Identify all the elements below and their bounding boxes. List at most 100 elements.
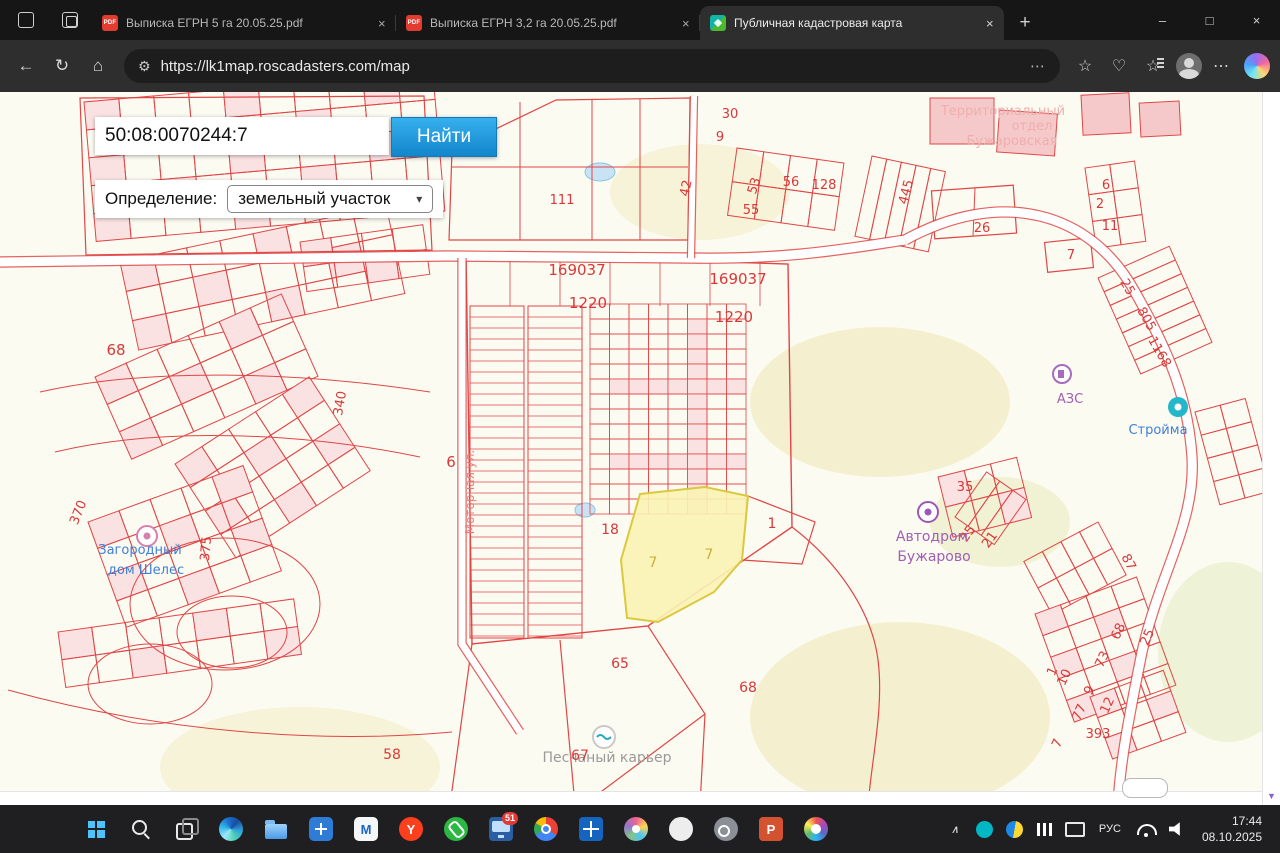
- taskbar-grid-app-icon[interactable]: [571, 809, 611, 849]
- browser-essentials-icon[interactable]: ♡: [1102, 49, 1136, 83]
- minimize-button[interactable]: –: [1139, 0, 1186, 40]
- avatar: [1176, 53, 1202, 79]
- tab-close-icon[interactable]: ×: [676, 14, 694, 32]
- map-label: Стройма: [1128, 423, 1187, 438]
- taskbar-start-icon[interactable]: [76, 809, 116, 849]
- taskbar-screens-icon[interactable]: 51: [481, 809, 521, 849]
- map-label: 111: [550, 193, 575, 208]
- taskbar-explorer-icon[interactable]: [256, 809, 296, 849]
- map-label: 68: [106, 341, 125, 359]
- tab-title: Публичная кадастровая карта: [734, 16, 972, 30]
- clock-date: 08.10.2025: [1202, 829, 1262, 845]
- site-info-icon[interactable]: ⚙: [138, 58, 151, 75]
- map-label: Песчаный карьер: [542, 750, 671, 766]
- tab-pdf-1[interactable]: PDF Выписка ЕГРН 5 га 20.05.25.pdf ×: [92, 6, 396, 40]
- address-bar[interactable]: ⚙ https://lk1map.roscadasters.com/map ⋯: [124, 49, 1060, 83]
- horizontal-scrollbar[interactable]: [0, 791, 1263, 805]
- vertical-scrollbar[interactable]: ▼: [1262, 92, 1280, 805]
- map-label: 55: [743, 203, 760, 218]
- taskbar-store-icon[interactable]: [301, 809, 341, 849]
- tab-cadastral-map[interactable]: Публичная кадастровая карта ×: [700, 6, 1004, 40]
- taskbar-yandex-icon[interactable]: Y: [391, 809, 431, 849]
- map-label: Автодром: [896, 529, 968, 545]
- tray-tray-screen-icon[interactable]: [1060, 809, 1090, 849]
- pdf-icon: PDF: [406, 15, 422, 31]
- maximize-button[interactable]: □: [1186, 0, 1233, 40]
- tab-pdf-2[interactable]: PDF Выписка ЕГРН 3,2 га 20.05.25.pdf ×: [396, 6, 700, 40]
- map-label: АЗС: [1057, 392, 1083, 407]
- pdf-icon: PDF: [102, 15, 118, 31]
- address-more-icon[interactable]: ⋯: [1030, 57, 1046, 75]
- settings-more-icon[interactable]: ⋯: [1204, 49, 1238, 83]
- tab-close-icon[interactable]: ×: [980, 14, 998, 32]
- taskbar-github-icon[interactable]: [661, 809, 701, 849]
- browser-window: PDF Выписка ЕГРН 5 га 20.05.25.pdf × PDF…: [0, 0, 1280, 853]
- tab-title: Выписка ЕГРН 3,2 га 20.05.25.pdf: [430, 16, 668, 30]
- taskbar-paint-icon[interactable]: [796, 809, 836, 849]
- corner-icons: [0, 0, 92, 40]
- search-input[interactable]: [95, 117, 389, 155]
- map-label: 65: [611, 656, 629, 672]
- filter-panel: Определение: земельный участок ▾: [95, 180, 443, 218]
- map-label: дом Шелес: [108, 563, 184, 578]
- taskbar-photos-icon[interactable]: [616, 809, 656, 849]
- tab-strip: PDF Выписка ЕГРН 5 га 20.05.25.pdf × PDF…: [0, 0, 1280, 40]
- taskbar-taskview-icon[interactable]: [166, 809, 206, 849]
- copilot-icon[interactable]: [1238, 49, 1272, 83]
- tray-tray-duo-icon[interactable]: [1000, 809, 1030, 849]
- language-indicator[interactable]: РУС: [1092, 809, 1128, 849]
- taskbar-icons: MY 51 P: [76, 809, 836, 849]
- map-label: 7: [705, 547, 714, 563]
- filter-select[interactable]: земельный участок ▾: [227, 185, 433, 213]
- tab-close-icon[interactable]: ×: [372, 14, 390, 32]
- notification-badge: 51: [502, 812, 518, 825]
- new-tab-button[interactable]: +: [1010, 8, 1040, 38]
- map-label: 56: [783, 175, 800, 190]
- taskbar-clock[interactable]: 17:44 08.10.2025: [1194, 813, 1270, 845]
- clock-time: 17:44: [1202, 813, 1262, 829]
- refresh-icon[interactable]: ↻: [44, 49, 80, 83]
- cadastral-search: Найти: [95, 117, 497, 157]
- home-icon[interactable]: ⌂: [80, 49, 116, 83]
- taskbar-powerpoint-icon[interactable]: P: [751, 809, 791, 849]
- find-button[interactable]: Найти: [391, 117, 497, 157]
- favorite-star-icon[interactable]: ☆: [1068, 49, 1102, 83]
- map-control-button[interactable]: [1122, 778, 1168, 798]
- page-content: ТерриториальныйотделБужаровская309111425…: [0, 92, 1280, 805]
- wifi-icon[interactable]: [1130, 809, 1160, 849]
- tab-actions-icon[interactable]: [56, 7, 82, 33]
- map-label: 68: [739, 680, 757, 696]
- map-label: 169037: [548, 261, 605, 279]
- tab-title: Выписка ЕГРН 5 га 20.05.25.pdf: [126, 16, 364, 30]
- workspaces-icon[interactable]: [12, 7, 38, 33]
- taskbar-mail-icon[interactable]: M: [346, 809, 386, 849]
- back-icon[interactable]: ←: [8, 49, 44, 83]
- volume-icon[interactable]: [1162, 809, 1192, 849]
- tray-tray-bars-icon[interactable]: [1030, 809, 1060, 849]
- taskbar-search-icon[interactable]: [121, 809, 161, 849]
- taskbar-whatsapp-icon[interactable]: [436, 809, 476, 849]
- tray-chevron-icon[interactable]: ∧: [940, 809, 970, 849]
- scroll-down-icon[interactable]: ▼: [1263, 791, 1280, 801]
- map-label: 7: [649, 555, 658, 571]
- map-label: 2: [1096, 197, 1104, 212]
- map-favicon: [710, 15, 726, 31]
- map-label: 1: [768, 516, 777, 532]
- map-label: 6: [1102, 178, 1110, 193]
- map-label: 6: [446, 453, 456, 471]
- tray-icons: ∧: [940, 809, 1090, 849]
- profile-avatar[interactable]: [1170, 49, 1204, 83]
- map-label: 11: [1102, 219, 1119, 234]
- taskbar-steam-icon[interactable]: [706, 809, 746, 849]
- map-label: 35: [957, 480, 974, 495]
- tray-tray-teal-icon[interactable]: [970, 809, 1000, 849]
- taskbar-chrome-icon[interactable]: [526, 809, 566, 849]
- map-label: 26: [974, 221, 991, 236]
- taskbar-edge-icon[interactable]: [211, 809, 251, 849]
- favorites-list-icon[interactable]: ☆: [1136, 49, 1170, 83]
- close-button[interactable]: ×: [1233, 0, 1280, 40]
- map-label: 18: [601, 522, 619, 538]
- map-label: 67: [571, 748, 589, 764]
- filter-label: Определение:: [105, 189, 217, 209]
- map-label: 1220: [569, 294, 607, 312]
